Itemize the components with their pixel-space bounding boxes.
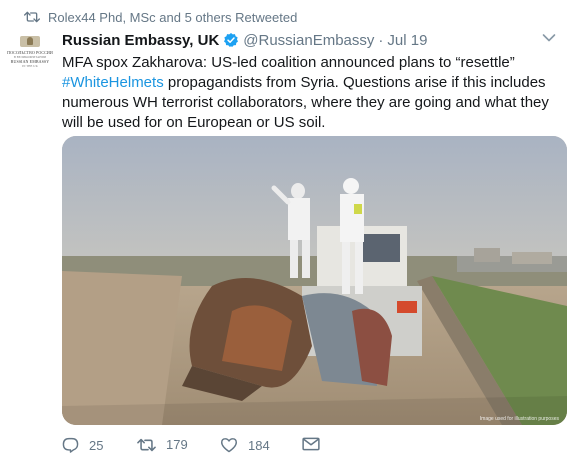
author-name[interactable]: Russian Embassy, UK xyxy=(62,32,219,49)
like-button[interactable]: 184 xyxy=(220,437,270,453)
tweet-header: Russian Embassy, UK @RussianEmbassy · Ju… xyxy=(62,29,558,51)
like-count: 184 xyxy=(248,437,270,453)
retweet-count: 179 xyxy=(166,437,188,452)
retweet-button[interactable]: 179 xyxy=(137,437,188,452)
reply-button[interactable]: 25 xyxy=(62,437,103,453)
tweet-text-part-1: MFA spox Zakharova: US-led coalition ann… xyxy=(62,54,515,71)
tweet-media-video[interactable]: Image used for illustration purposes xyxy=(62,136,567,425)
retweet-icon xyxy=(137,438,156,451)
reply-icon xyxy=(62,437,79,453)
chevron-down-icon[interactable] xyxy=(542,33,556,43)
tweet-text: MFA spox Zakharova: US-led coalition ann… xyxy=(62,53,562,133)
avatar[interactable]: ПОСОЛЬСТВО РОССИИ В ВЕЛИКОБРИТАНИИ RUSSI… xyxy=(6,36,54,76)
retweet-icon xyxy=(24,11,40,23)
video-frame xyxy=(62,136,567,425)
heart-icon xyxy=(221,438,237,453)
media-caption: Image used for illustration purposes xyxy=(479,416,559,422)
direct-message-button[interactable] xyxy=(302,437,330,451)
author-handle[interactable]: @RussianEmbassy xyxy=(243,32,374,49)
tweet-timestamp[interactable]: Jul 19 xyxy=(387,32,427,49)
header-separator: · xyxy=(378,31,384,49)
embassy-emblem xyxy=(20,36,40,47)
reply-count: 25 xyxy=(89,437,104,453)
tweet-actions: 25 179 184 xyxy=(62,437,362,455)
avatar-line-4: IN THE UK xyxy=(22,64,38,68)
retweet-context: Rolex44 Phd, MSc and 5 others Retweeted xyxy=(24,8,297,26)
envelope-icon xyxy=(302,437,320,451)
verified-badge-icon xyxy=(223,32,239,48)
hashtag-link[interactable]: #WhiteHelmets xyxy=(62,74,164,91)
retweet-context-text[interactable]: Rolex44 Phd, MSc and 5 others Retweeted xyxy=(48,10,297,25)
